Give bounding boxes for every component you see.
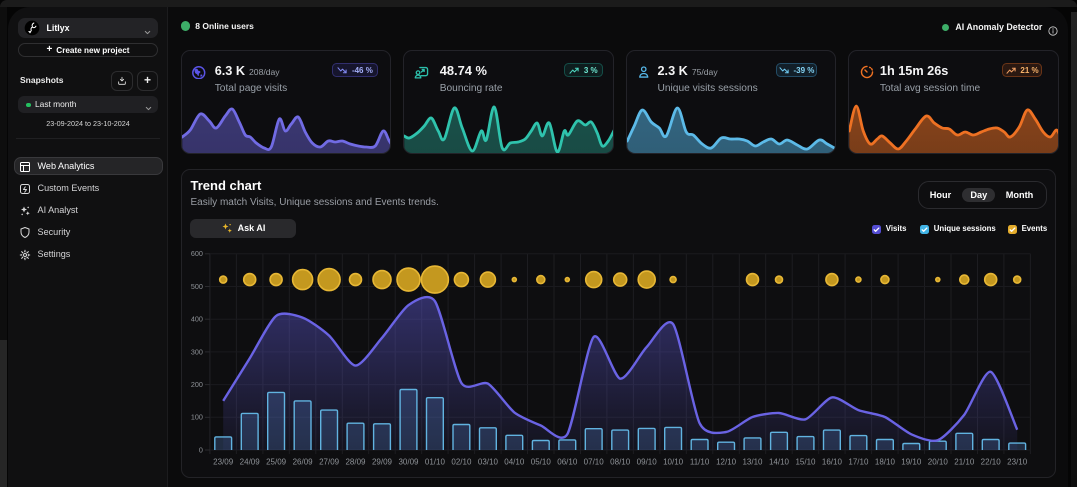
svg-text:05/10: 05/10 bbox=[531, 458, 552, 467]
svg-text:19/10: 19/10 bbox=[901, 458, 922, 467]
svg-text:30/09: 30/09 bbox=[398, 458, 419, 467]
svg-text:400: 400 bbox=[191, 315, 203, 324]
svg-text:27/09: 27/09 bbox=[319, 458, 340, 467]
svg-text:01/10: 01/10 bbox=[425, 458, 446, 467]
svg-text:08/10: 08/10 bbox=[610, 458, 631, 467]
svg-text:600: 600 bbox=[191, 249, 203, 258]
svg-text:21/10: 21/10 bbox=[954, 458, 975, 467]
svg-text:26/09: 26/09 bbox=[293, 458, 314, 467]
svg-text:18/10: 18/10 bbox=[875, 458, 896, 467]
svg-text:13/10: 13/10 bbox=[742, 458, 763, 467]
svg-text:11/10: 11/10 bbox=[690, 458, 710, 467]
svg-text:02/10: 02/10 bbox=[451, 458, 472, 467]
svg-text:07/10: 07/10 bbox=[584, 458, 605, 467]
svg-text:10/10: 10/10 bbox=[663, 458, 684, 467]
svg-text:24/09: 24/09 bbox=[240, 458, 261, 467]
svg-text:12/10: 12/10 bbox=[716, 458, 737, 467]
svg-text:20/10: 20/10 bbox=[928, 458, 949, 467]
svg-text:03/10: 03/10 bbox=[478, 458, 499, 467]
svg-text:100: 100 bbox=[191, 413, 203, 422]
svg-text:04/10: 04/10 bbox=[504, 458, 525, 467]
svg-text:06/10: 06/10 bbox=[557, 458, 578, 467]
svg-text:14/10: 14/10 bbox=[769, 458, 790, 467]
svg-text:28/09: 28/09 bbox=[345, 458, 366, 467]
svg-text:200: 200 bbox=[191, 380, 203, 389]
svg-text:09/10: 09/10 bbox=[637, 458, 658, 467]
svg-text:17/10: 17/10 bbox=[848, 458, 869, 467]
svg-text:0: 0 bbox=[199, 445, 203, 454]
svg-text:29/09: 29/09 bbox=[372, 458, 393, 467]
svg-text:300: 300 bbox=[191, 347, 203, 356]
svg-text:16/10: 16/10 bbox=[822, 458, 843, 467]
svg-text:23/10: 23/10 bbox=[1007, 458, 1028, 467]
svg-text:22/10: 22/10 bbox=[981, 458, 1002, 467]
svg-text:25/09: 25/09 bbox=[266, 458, 287, 467]
svg-text:23/09: 23/09 bbox=[213, 458, 234, 467]
svg-text:15/10: 15/10 bbox=[795, 458, 816, 467]
svg-text:500: 500 bbox=[191, 282, 203, 291]
